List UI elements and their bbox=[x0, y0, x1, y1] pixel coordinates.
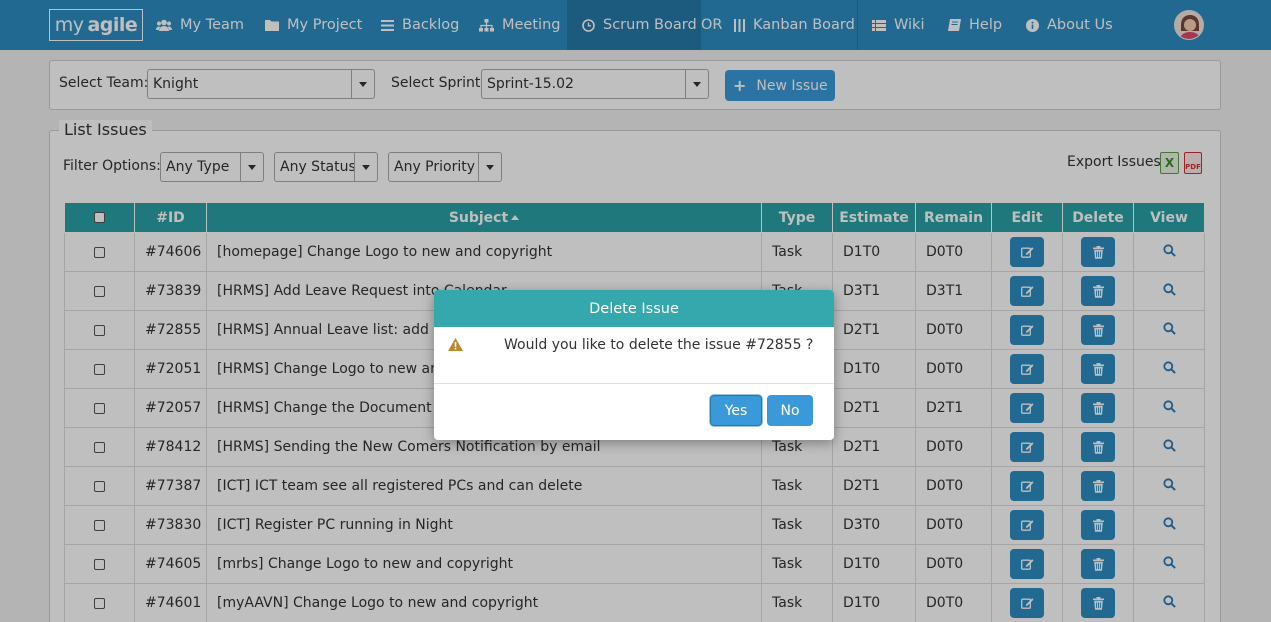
dialog-title: Delete Issue bbox=[434, 290, 834, 327]
warning-icon bbox=[448, 338, 463, 355]
delete-issue-dialog: Delete Issue Would you like to delete th… bbox=[434, 290, 834, 440]
yes-button[interactable]: Yes bbox=[710, 395, 762, 426]
no-button[interactable]: No bbox=[767, 395, 813, 426]
dialog-message: Would you like to delete the issue #7285… bbox=[504, 337, 814, 353]
dialog-body: Would you like to delete the issue #7285… bbox=[434, 327, 834, 384]
